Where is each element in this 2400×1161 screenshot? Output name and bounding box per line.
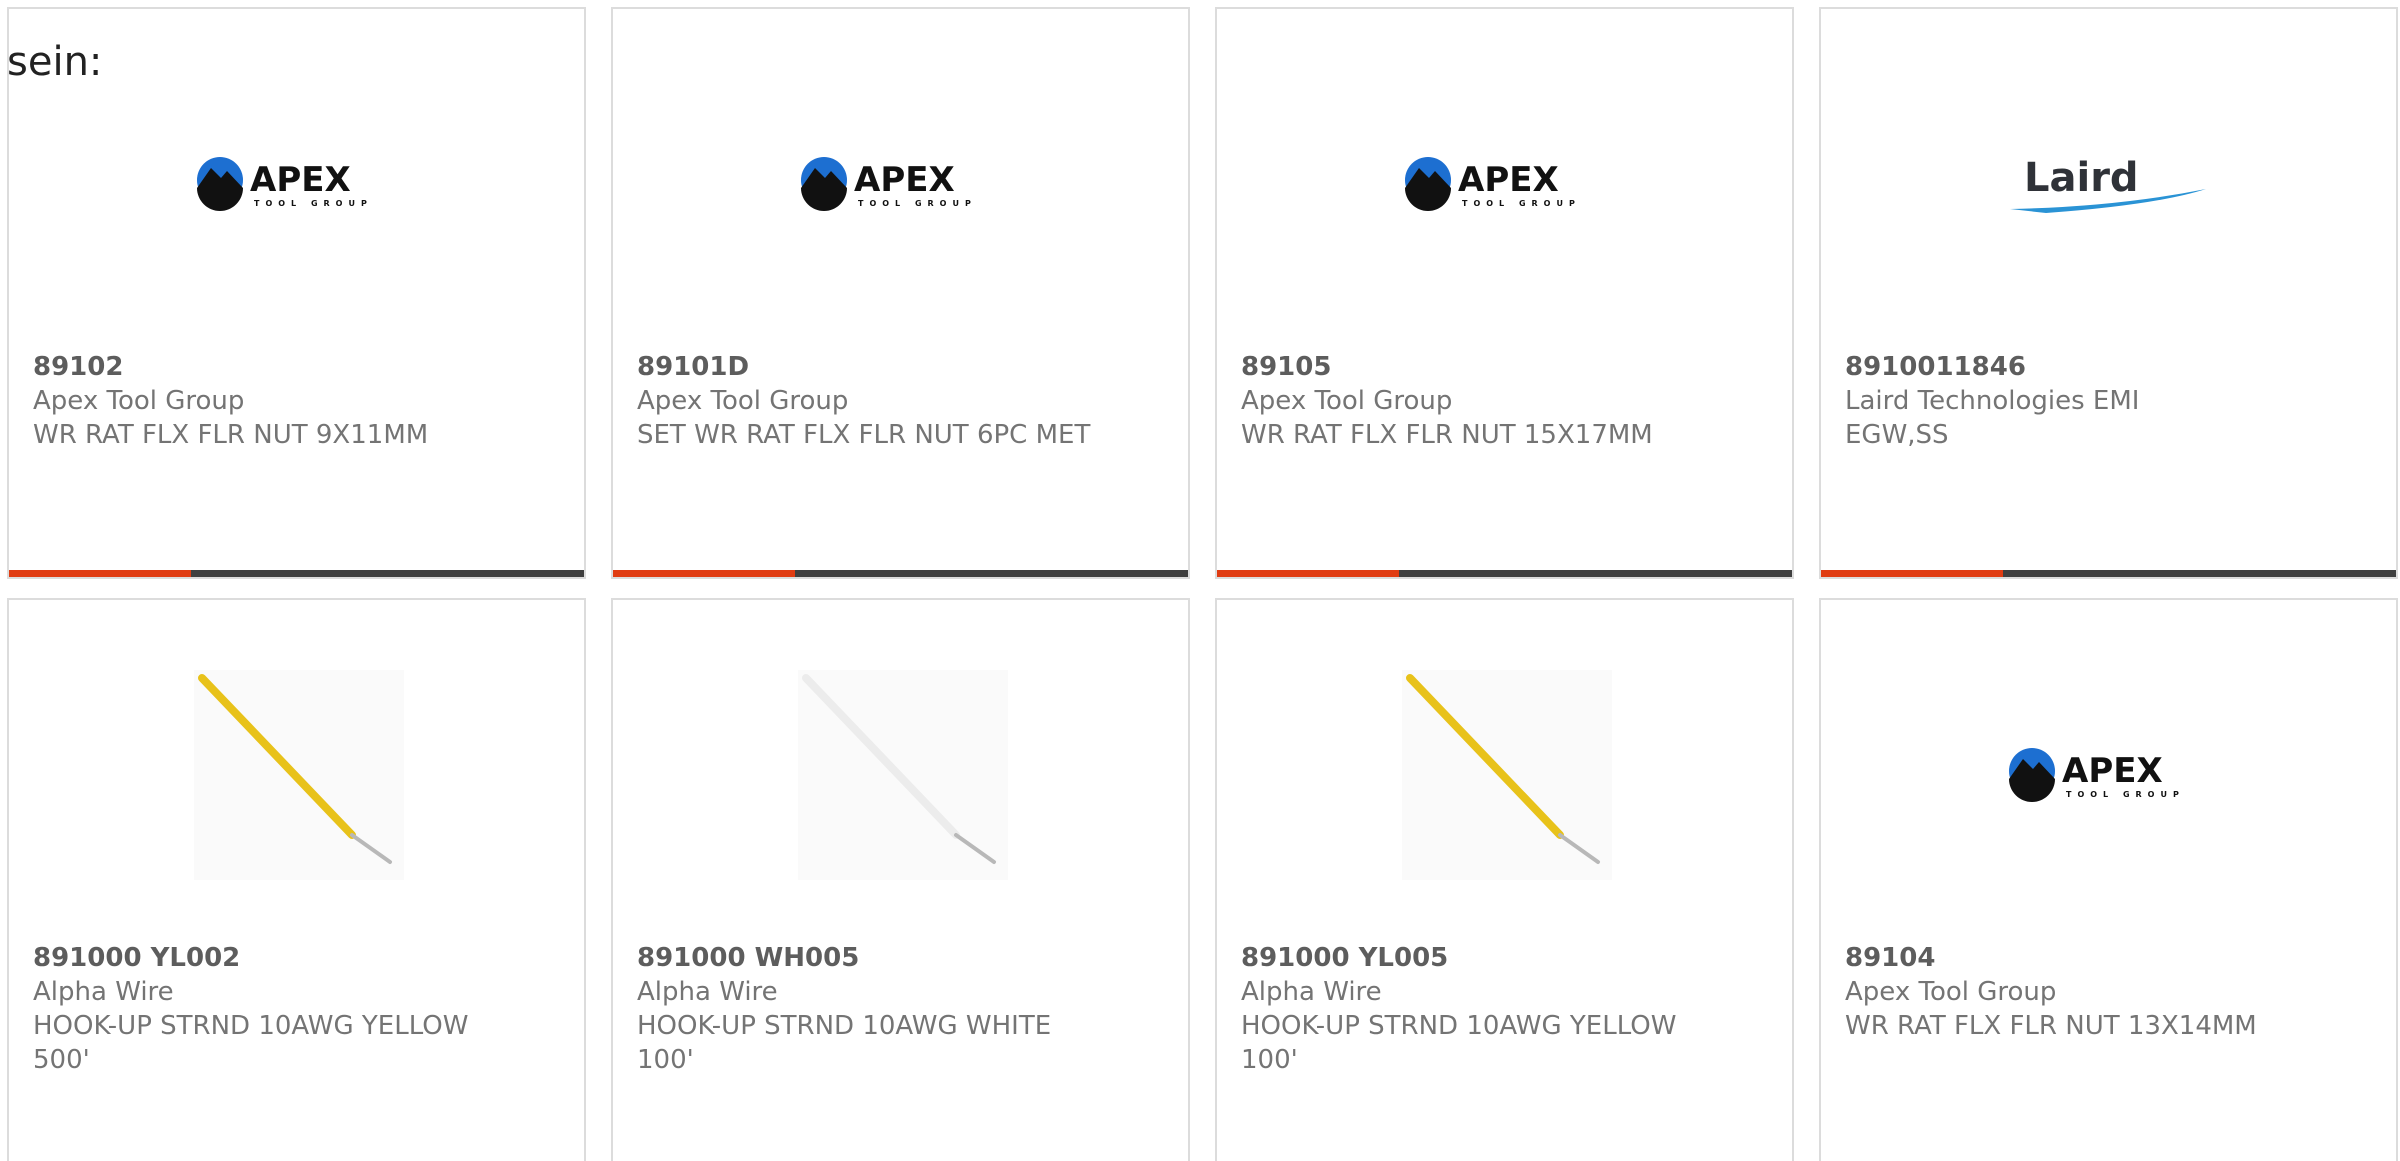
card-progress-bar [1821,570,2396,577]
product-description: EGW,SS [1845,420,1949,450]
svg-text:TOOL GROUP: TOOL GROUP [2066,790,2185,799]
manufacturer-name: Alpha Wire [637,977,778,1007]
part-number[interactable]: 89104 [1845,941,2315,975]
product-description: SET WR RAT FLX FLR NUT 6PC MET [637,420,1091,450]
manufacturer-name: Apex Tool Group [33,386,245,416]
apex-tool-group-logo-icon: APEX TOOL GROUP [1405,157,1581,211]
part-number[interactable]: 891000 YL005 [1241,941,1711,975]
product-info: 89101D Apex Tool Group SET WR RAT FLX FL… [637,350,1107,452]
part-number[interactable]: 89101D [637,350,1107,384]
product-card[interactable]: APEX TOOL GROUP 89101D Apex Tool Group S… [611,7,1190,579]
product-grid: APEX TOOL GROUP 89102 Apex Tool Group WR… [7,7,2398,1161]
card-bar-accent [613,570,795,577]
manufacturer-name: Laird Technologies EMI [1845,386,2140,416]
product-card[interactable]: 891000 YL005 Alpha Wire HOOK-UP STRND 10… [1215,598,1794,1161]
card-progress-bar [9,570,584,577]
product-info: 89102 Apex Tool Group WR RAT FLX FLR NUT… [33,350,503,452]
svg-text:APEX: APEX [250,160,351,200]
yellow-wire-icon [194,670,404,880]
manufacturer-name: Alpha Wire [33,977,174,1007]
manufacturer-name: Alpha Wire [1241,977,1382,1007]
product-info: 891000 YL005 Alpha Wire HOOK-UP STRND 10… [1241,941,1711,1077]
product-info: 89105 Apex Tool Group WR RAT FLX FLR NUT… [1241,350,1711,452]
card-bar-accent [9,570,191,577]
product-image[interactable]: APEX TOOL GROUP [1402,69,1612,299]
manufacturer-name: Apex Tool Group [637,386,849,416]
product-card[interactable]: APEX TOOL GROUP 89105 Apex Tool Group WR… [1215,7,1794,579]
card-bar-accent [1217,570,1399,577]
product-grid-page: APEX TOOL GROUP 89102 Apex Tool Group WR… [0,0,2400,1161]
card-bar-accent [1821,570,2003,577]
card-progress-bar [1217,570,1792,577]
product-info: 89104 Apex Tool Group WR RAT FLX FLR NUT… [1845,941,2315,1043]
product-image[interactable]: Laird [2006,69,2216,299]
product-card[interactable]: APEX TOOL GROUP 89104 Apex Tool Group WR… [1819,598,2398,1161]
apex-tool-group-logo-icon: APEX TOOL GROUP [801,157,977,211]
product-description: HOOK-UP STRND 10AWG YELLOW 100' [1241,1011,1677,1075]
product-description: WR RAT FLX FLR NUT 9X11MM [33,420,429,450]
part-number[interactable]: 891000 YL002 [33,941,503,975]
laird-logo-icon: Laird [2010,155,2206,213]
apex-tool-group-logo-icon: APEX TOOL GROUP [2009,748,2185,802]
product-image[interactable] [194,660,404,890]
product-card[interactable]: 891000 WH005 Alpha Wire HOOK-UP STRND 10… [611,598,1190,1161]
part-number[interactable]: 89102 [33,350,503,384]
product-info: 891000 WH005 Alpha Wire HOOK-UP STRND 10… [637,941,1107,1077]
product-image[interactable]: APEX TOOL GROUP [2006,660,2216,890]
part-number[interactable]: 891000 WH005 [637,941,1107,975]
product-description: HOOK-UP STRND 10AWG YELLOW 500' [33,1011,469,1075]
product-info: 891000 YL002 Alpha Wire HOOK-UP STRND 10… [33,941,503,1077]
product-card[interactable]: APEX TOOL GROUP 89102 Apex Tool Group WR… [7,7,586,579]
svg-text:APEX: APEX [2062,751,2163,791]
product-description: WR RAT FLX FLR NUT 13X14MM [1845,1011,2257,1041]
product-image[interactable] [798,660,1008,890]
white-wire-icon [798,670,1008,880]
svg-text:TOOL GROUP: TOOL GROUP [858,199,977,208]
svg-text:Laird: Laird [2024,155,2139,201]
product-description: HOOK-UP STRND 10AWG WHITE 100' [637,1011,1052,1075]
apex-tool-group-logo-icon: APEX TOOL GROUP [197,157,373,211]
part-number[interactable]: 8910011846 [1845,350,2315,384]
yellow-wire-icon [1402,670,1612,880]
svg-text:APEX: APEX [1458,160,1559,200]
product-info: 8910011846 Laird Technologies EMI EGW,SS [1845,350,2315,452]
product-description: WR RAT FLX FLR NUT 15X17MM [1241,420,1653,450]
product-image[interactable]: APEX TOOL GROUP [798,69,1008,299]
svg-text:TOOL GROUP: TOOL GROUP [1462,199,1581,208]
svg-text:TOOL GROUP: TOOL GROUP [254,199,373,208]
manufacturer-name: Apex Tool Group [1845,977,2057,1007]
part-number[interactable]: 89105 [1241,350,1711,384]
product-card[interactable]: Laird 8910011846 Laird Technologies EMI … [1819,7,2398,579]
product-image[interactable]: APEX TOOL GROUP [194,69,404,299]
svg-text:APEX: APEX [854,160,955,200]
product-image[interactable] [1402,660,1612,890]
manufacturer-name: Apex Tool Group [1241,386,1453,416]
overlay-label: sein: [7,39,103,85]
card-progress-bar [613,570,1188,577]
product-card[interactable]: 891000 YL002 Alpha Wire HOOK-UP STRND 10… [7,598,586,1161]
